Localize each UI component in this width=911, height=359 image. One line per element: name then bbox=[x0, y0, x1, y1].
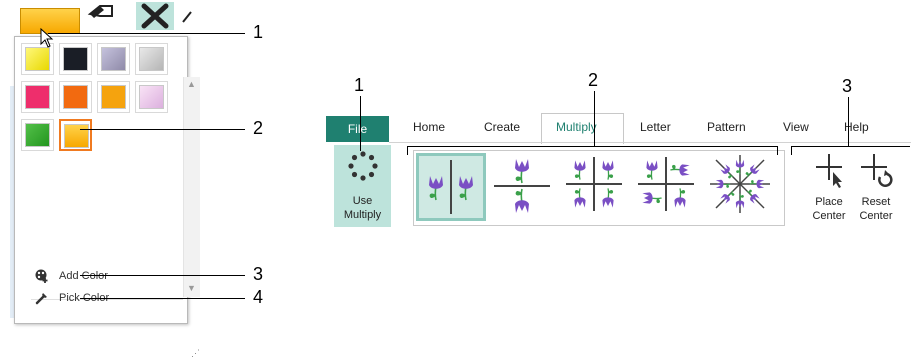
tab-multiply[interactable]: Multiply bbox=[556, 120, 597, 134]
swatch-chip bbox=[25, 85, 50, 109]
color-swatch-light-gray[interactable] bbox=[135, 43, 168, 75]
four-way-icon bbox=[566, 157, 622, 211]
file-tab[interactable]: File bbox=[326, 116, 389, 142]
swatch-chip bbox=[25, 47, 50, 71]
place-center-button[interactable]: Place Center bbox=[808, 150, 850, 223]
ribbon-callout-line-3 bbox=[848, 97, 849, 147]
gallery-item-four-way[interactable] bbox=[562, 153, 632, 221]
two-way-vertical-icon bbox=[428, 160, 474, 214]
scissors-icon bbox=[141, 3, 169, 29]
color-swatch-lavender-gray[interactable] bbox=[97, 43, 130, 75]
cursor-icon bbox=[40, 28, 54, 48]
color-swatch-black[interactable] bbox=[59, 43, 92, 75]
callout-1: 1 bbox=[253, 22, 264, 42]
callout-line-4 bbox=[80, 298, 245, 299]
callout-line-1 bbox=[48, 33, 245, 34]
ribbon-callout-3: 3 bbox=[842, 76, 853, 96]
add-color-label: Add Color bbox=[59, 270, 108, 282]
color-swatch-light-pink[interactable] bbox=[135, 81, 168, 113]
use-multiply-label-1: Use bbox=[352, 195, 373, 207]
add-color-item[interactable]: Add Color bbox=[35, 266, 108, 286]
gallery-item-two-way-vertical[interactable] bbox=[416, 153, 486, 221]
color-swatch-amber[interactable] bbox=[97, 81, 130, 113]
ribbon-callout-line-2 bbox=[594, 91, 595, 146]
reset-center-label-1: Reset bbox=[861, 196, 891, 208]
ribbon-callout-line-1 bbox=[360, 96, 361, 151]
gallery-item-four-way-alt[interactable] bbox=[634, 153, 704, 221]
swatch-chip bbox=[63, 85, 88, 109]
eight-way-icon bbox=[710, 155, 770, 213]
reset-center-button[interactable]: Reset Center bbox=[855, 150, 897, 223]
color-swatch-pink[interactable] bbox=[21, 81, 54, 113]
eraser-icon[interactable] bbox=[86, 4, 116, 26]
gallery-item-two-way-horizontal[interactable] bbox=[490, 153, 560, 221]
scroll-down-icon[interactable]: ▼ bbox=[187, 283, 196, 293]
four-way-alt-icon bbox=[638, 157, 694, 211]
ribbon-callout-2: 2 bbox=[588, 70, 599, 90]
vertical-scrollbar[interactable]: ▲ ▼ bbox=[183, 77, 200, 297]
color-swatch-gold[interactable] bbox=[59, 119, 92, 151]
use-multiply-button[interactable]: Use Multiply bbox=[334, 145, 391, 227]
color-swatch-green[interactable] bbox=[21, 119, 54, 151]
callout-3: 3 bbox=[253, 264, 264, 284]
tab-letter[interactable]: Letter bbox=[640, 120, 671, 134]
active-tool-bg[interactable] bbox=[136, 2, 174, 30]
multiply-gallery bbox=[413, 150, 785, 226]
reset-center-label-2: Center bbox=[859, 210, 893, 222]
tab-create[interactable]: Create bbox=[484, 120, 520, 134]
place-center-label-2: Center bbox=[812, 210, 846, 222]
reset-center-icon bbox=[861, 154, 893, 187]
use-multiply-label-2: Multiply bbox=[343, 209, 382, 221]
gallery-item-eight-way[interactable] bbox=[708, 153, 778, 221]
palette-plus-icon bbox=[35, 269, 48, 283]
two-way-horizontal-icon bbox=[494, 158, 550, 214]
callout-line-2 bbox=[80, 129, 245, 130]
tab-view[interactable]: View bbox=[783, 120, 809, 134]
swatch-chip bbox=[64, 124, 89, 148]
callout-4: 4 bbox=[253, 287, 264, 307]
eyedropper-icon bbox=[35, 293, 47, 305]
callout-2: 2 bbox=[253, 118, 264, 138]
place-center-icon bbox=[816, 154, 842, 188]
tab-home[interactable]: Home bbox=[413, 120, 445, 134]
swatch-chip bbox=[101, 47, 126, 71]
swatch-chip bbox=[63, 47, 88, 71]
place-center-label-1: Place bbox=[815, 196, 843, 208]
color-picker-popup: ▲ ▼ Add Color Pick Color ⋰ bbox=[14, 36, 200, 358]
swatch-chip bbox=[101, 85, 126, 109]
swatch-chip bbox=[25, 123, 50, 147]
ribbon-divider bbox=[389, 142, 911, 143]
dotted-circle-icon bbox=[348, 151, 378, 181]
resize-grip-icon[interactable]: ⋰ bbox=[191, 348, 200, 359]
color-swatch-orange[interactable] bbox=[59, 81, 92, 113]
callout-line-3 bbox=[80, 275, 245, 276]
swatch-chip bbox=[139, 47, 164, 71]
scroll-up-icon[interactable]: ▲ bbox=[187, 79, 196, 89]
ribbon-bracket-2 bbox=[407, 146, 778, 155]
swatch-chip bbox=[139, 85, 164, 109]
ribbon-bracket-3 bbox=[791, 146, 910, 155]
ribbon-callout-1: 1 bbox=[354, 75, 365, 95]
tab-pattern[interactable]: Pattern bbox=[707, 120, 746, 134]
pen-icon[interactable] bbox=[181, 10, 193, 24]
